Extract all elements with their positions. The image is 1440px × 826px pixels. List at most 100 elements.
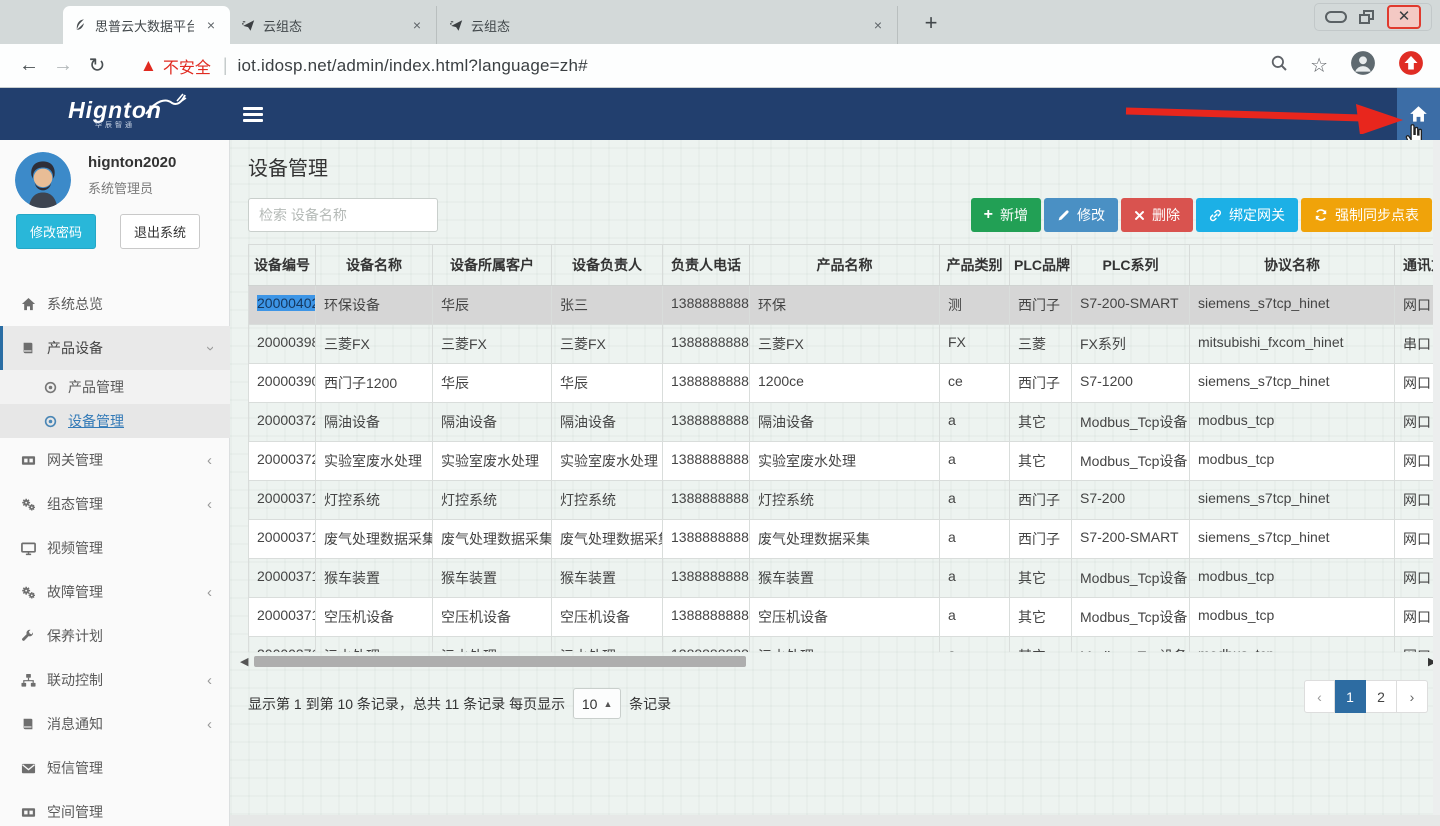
column-header[interactable]: 产品名称 (750, 245, 940, 285)
window-minimize-button[interactable] (1325, 11, 1347, 23)
table-cell: 200003720 (248, 442, 316, 480)
sidebar-item-1[interactable]: 产品设备‹ (0, 326, 230, 370)
sidebar-item-6[interactable]: 保养计划 (0, 614, 230, 658)
table-cell: S7-200-SMART (1072, 520, 1190, 558)
profile-icon[interactable] (1350, 50, 1376, 81)
logout-button[interactable]: 退出系统 (120, 214, 200, 249)
tab-close-icon[interactable]: × (869, 16, 887, 34)
sidebar-subitem[interactable]: 产品管理 (0, 370, 230, 404)
table-cell: 猴车装置 (750, 559, 940, 597)
sidebar-item-2[interactable]: 网关管理‹ (0, 438, 230, 482)
sidebar-subitem-label: 设备管理 (68, 411, 124, 431)
sidebar-item-label: 故障管理 (47, 582, 103, 602)
table-cell: S7-1200 (1072, 364, 1190, 402)
security-warning-badge[interactable]: ▲ 不安全 (140, 54, 211, 78)
column-header[interactable]: 负责人电话 (663, 245, 750, 285)
page-button-1[interactable]: 1 (1335, 680, 1366, 713)
caret-up-icon: ▲ (603, 699, 612, 709)
window-restore-button[interactable] (1359, 10, 1375, 24)
sidebar-item-0[interactable]: 系统总览 (0, 282, 230, 326)
绑定网关-button[interactable]: 绑定网关 (1196, 198, 1298, 232)
column-header[interactable]: 设备负责人 (552, 245, 663, 285)
next-page-button[interactable]: › (1397, 680, 1428, 713)
sidebar-item-label: 联动控制 (47, 670, 103, 690)
table-row[interactable]: 200003718废气处理数据采集废气处理数据采集废气处理数据采集1388888… (248, 520, 1440, 559)
column-header[interactable]: 设备编号 (248, 245, 316, 285)
avatar[interactable] (15, 152, 71, 208)
强制同步点表-button[interactable]: 强制同步点表 (1301, 198, 1432, 232)
sidebar-subitem[interactable]: 设备管理 (0, 404, 230, 438)
paper-plane-icon (450, 19, 463, 32)
sidebar-item-5[interactable]: 故障管理 ‹ (0, 570, 230, 614)
table-row[interactable]: 200003981三菱FX三菱FX三菱FX13888888888三菱FXFX三菱… (248, 325, 1440, 364)
page-title: 设备管理 (248, 152, 328, 181)
sidebar-item-label: 空间管理 (47, 802, 103, 822)
column-header[interactable]: 协议名称 (1190, 245, 1395, 285)
column-header[interactable]: 设备名称 (316, 245, 433, 285)
删除-button[interactable]: 删除 (1121, 198, 1193, 232)
table-row[interactable]: 200003717猴车装置猴车装置猴车装置13888888888猴车装置a其它M… (248, 559, 1440, 598)
column-header[interactable]: 产品类别 (940, 245, 1010, 285)
window-close-button[interactable]: ✕ (1387, 5, 1421, 29)
new-tab-button[interactable]: + (916, 10, 946, 38)
user-panel: hignton2020 系统管理员 修改密码 退出系统 (0, 140, 229, 240)
bookmark-star-icon[interactable]: ☆ (1310, 53, 1328, 78)
monitor-icon (21, 541, 47, 556)
sidebar-item-7[interactable]: 联动控制‹ (0, 658, 230, 702)
table-row[interactable]: 200003715污水处理污水处理污水处理13888888888污水处理a其它M… (248, 637, 1440, 652)
hamburger-menu-icon[interactable] (243, 103, 263, 125)
table-cell: 测 (940, 286, 1010, 324)
table-row[interactable]: 200003716空压机设备空压机设备空压机设备13888888888空压机设备… (248, 598, 1440, 637)
sidebar-item-9[interactable]: 短信管理 (0, 746, 230, 790)
browser-tab-2[interactable]: 云组态 × (232, 6, 437, 44)
column-header[interactable]: PLC系列 (1072, 245, 1190, 285)
chevron-left-icon: ‹ (207, 584, 212, 601)
scrollbar-thumb[interactable] (254, 656, 746, 667)
pagination-row: 显示第 1 到第 10 条记录，总共 11 条记录 每页显示 10 ▲ 条记录 … (248, 676, 1432, 720)
search-input[interactable] (248, 198, 438, 232)
browser-tab-1[interactable]: 思普云大数据平台 × (63, 6, 230, 44)
sidebar-item-3[interactable]: 组态管理‹ (0, 482, 230, 526)
table-row[interactable]: 200003721隔油设备隔油设备隔油设备13888888888隔油设备a其它M… (248, 403, 1440, 442)
bigdata-home-button[interactable] (1397, 88, 1440, 140)
sidebar-item-8[interactable]: 消息通知‹ (0, 702, 230, 746)
column-header[interactable]: PLC品牌 (1010, 245, 1072, 285)
browser-reload-button[interactable]: ↻ (80, 53, 114, 78)
table-cell: siemens_s7tcp_hinet (1190, 364, 1395, 402)
zoom-icon[interactable] (1270, 54, 1288, 77)
url-text[interactable]: iot.idosp.net/admin/index.html?language=… (238, 56, 588, 76)
browser-back-button[interactable]: ← (12, 54, 46, 77)
browser-tab-3[interactable]: 云组态 × (440, 6, 898, 44)
sidebar-item-label: 消息通知 (47, 714, 103, 734)
sidebar-item-label: 网关管理 (47, 450, 103, 470)
cross-icon (1134, 210, 1145, 221)
table-row[interactable]: 200003900西门子1200华辰华辰138888888881200cece西… (248, 364, 1440, 403)
table-row[interactable]: 200004029环保设备华辰张三13888888888环保测西门子S7-200… (248, 286, 1440, 325)
change-password-button[interactable]: 修改密码 (16, 214, 96, 249)
extension-icon[interactable] (1398, 50, 1424, 81)
column-header[interactable]: 设备所属客户 (433, 245, 552, 285)
horizontal-scrollbar[interactable]: ◀ ▶ (240, 654, 1440, 669)
table-cell: 张三 (552, 286, 663, 324)
browser-forward-button[interactable]: → (46, 54, 80, 77)
table-row[interactable]: 200003720实验室废水处理实验室废水处理实验室废水处理1388888888… (248, 442, 1440, 481)
screen: 思普云大数据平台 × 云组态 × 云组态 × + ✕ ← → ↻ (0, 0, 1440, 826)
table-cell: 13888888888 (663, 637, 750, 652)
table-cell: siemens_s7tcp_hinet (1190, 286, 1395, 324)
antelope-icon (144, 92, 188, 116)
sidebar-item-4[interactable]: 视频管理 (0, 526, 230, 570)
table-row[interactable]: 200003719灯控系统灯控系统灯控系统13888888888灯控系统a西门子… (248, 481, 1440, 520)
scroll-left-icon[interactable]: ◀ (240, 655, 252, 668)
prev-page-button[interactable]: ‹ (1304, 680, 1335, 713)
page-button-2[interactable]: 2 (1366, 680, 1397, 713)
新增-button[interactable]: +新增 (971, 198, 1041, 232)
sidebar-item-10[interactable]: 空间管理 (0, 790, 230, 826)
table-cell: modbus_tcp (1190, 559, 1395, 597)
修改-button[interactable]: 修改 (1044, 198, 1118, 232)
main-content: 设备管理 +新增修改删除绑定网关强制同步点表 设备编号设备名称设备所属客户设备负… (230, 140, 1440, 815)
tab-close-icon[interactable]: × (408, 16, 426, 34)
tab-close-icon[interactable]: × (202, 16, 220, 34)
table-cell: 其它 (1010, 598, 1072, 636)
page-size-select[interactable]: 10 ▲ (573, 688, 621, 719)
vertical-scrollbar[interactable] (1433, 140, 1440, 815)
